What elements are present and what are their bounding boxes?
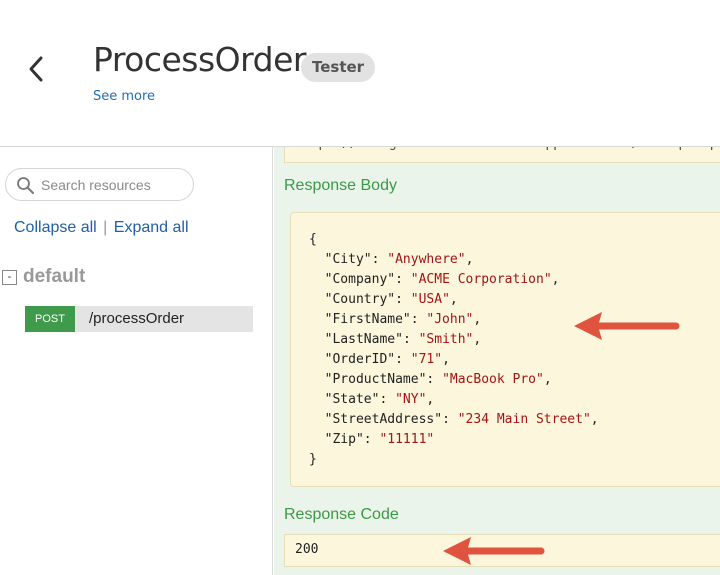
search-box[interactable]	[5, 168, 194, 201]
annotation-arrow-icon	[443, 537, 545, 565]
search-icon	[17, 177, 34, 194]
json-value: "NY"	[395, 392, 427, 407]
json-key: "Country"	[324, 292, 396, 307]
json-field-line: "FirstName": "John",	[324, 312, 482, 327]
chevron-left-icon[interactable]	[24, 52, 50, 86]
json-key: "OrderID"	[324, 352, 396, 367]
json-key: "State"	[324, 392, 380, 407]
annotation-arrow-icon	[574, 312, 680, 340]
json-field-line: "Company": "ACME Corporation",	[324, 272, 560, 287]
see-more-link[interactable]: See more	[93, 89, 155, 104]
json-key: "Company"	[324, 272, 396, 287]
endpoint-item-process-order[interactable]: POST /processOrder	[25, 306, 253, 332]
json-key: "FirstName"	[324, 312, 411, 327]
json-open-brace: {	[309, 232, 317, 247]
json-field-line: "OrderID": "71",	[324, 352, 450, 367]
response-body-json: { "City": "Anywhere", "Company": "ACME C…	[309, 230, 720, 470]
json-comma: ,	[442, 352, 450, 367]
json-value: "11111"	[379, 432, 435, 447]
json-comma: ,	[449, 292, 458, 307]
json-key: "LastName"	[324, 332, 403, 347]
response-code-label: Response Code	[284, 506, 399, 523]
json-key: "ProductName"	[324, 372, 427, 387]
json-value: "Anywhere"	[387, 252, 466, 267]
json-key: "City"	[324, 252, 372, 267]
json-value: "USA"	[410, 292, 450, 307]
search-input[interactable]	[41, 174, 189, 196]
role-badge: Tester	[301, 53, 376, 82]
json-comma: ,	[426, 392, 435, 407]
response-panel: https://integration.cloud.tibcoapps.com:…	[274, 135, 720, 575]
json-value: "ACME Corporation"	[410, 272, 552, 287]
json-comma: ,	[465, 252, 474, 267]
response-body-box: { "City": "Anywhere", "Company": "ACME C…	[290, 212, 720, 487]
collapse-expand-controls: Collapse all | Expand all	[14, 219, 189, 237]
group-name[interactable]: default	[23, 266, 85, 288]
collapse-all-link[interactable]: Collapse all	[14, 219, 97, 236]
json-comma: ,	[543, 372, 552, 387]
json-comma: ,	[590, 412, 599, 427]
json-close-brace: }	[309, 452, 317, 467]
json-value: "71"	[410, 352, 443, 367]
method-badge: POST	[25, 306, 75, 332]
response-body-label: Response Body	[284, 177, 397, 194]
page-title: ProcessOrder	[93, 40, 306, 79]
json-field-line: "LastName": "Smith",	[324, 332, 482, 347]
group-collapse-toggle[interactable]: -	[2, 270, 17, 285]
json-value: "John"	[426, 312, 474, 327]
json-field-line: "Country": "USA",	[324, 292, 458, 307]
json-value: "Smith"	[418, 332, 474, 347]
json-comma: ,	[473, 332, 482, 347]
json-key: "StreetAddress"	[324, 412, 443, 427]
json-key: "Zip"	[324, 432, 364, 447]
json-field-line: "StreetAddress": "234 Main Street",	[324, 412, 599, 427]
response-code: 200	[295, 542, 319, 557]
json-value: "MacBook Pro"	[442, 372, 544, 387]
json-comma: ,	[551, 272, 560, 287]
json-comma: ,	[473, 312, 482, 327]
sidebar: Collapse all | Expand all - default POST…	[0, 147, 273, 575]
page-header: ProcessOrder Tester See more	[0, 0, 720, 147]
json-field-line: "Zip": "11111"	[324, 432, 435, 447]
json-field-line: "ProductName": "MacBook Pro",	[324, 372, 552, 387]
expand-all-link[interactable]: Expand all	[114, 219, 189, 236]
json-field-line: "City": "Anywhere",	[324, 252, 474, 267]
json-value: "234 Main Street"	[457, 412, 591, 427]
endpoint-path: /processOrder	[89, 310, 185, 327]
json-field-line: "State": "NY",	[324, 392, 435, 407]
separator: |	[103, 219, 108, 236]
